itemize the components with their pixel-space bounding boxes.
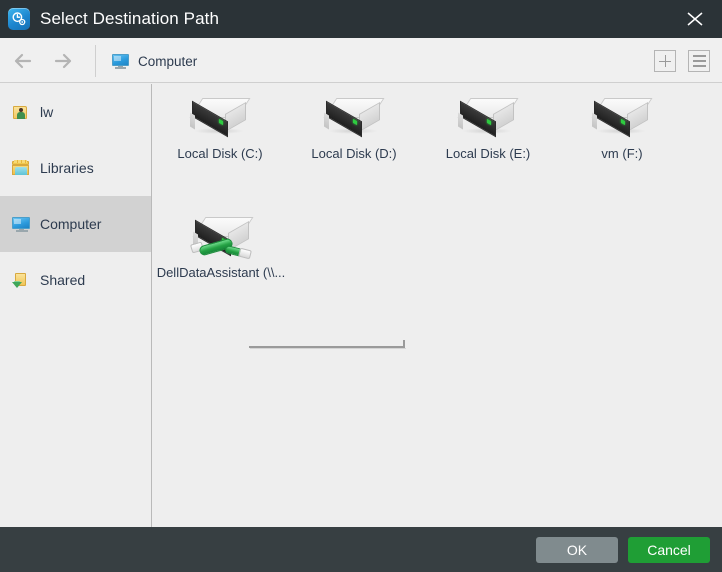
app-clock-gear-icon: [8, 8, 30, 30]
drive-item-d[interactable]: Local Disk (D:): [287, 84, 421, 188]
horizontal-scrollbar[interactable]: [249, 340, 406, 350]
drive-item-c[interactable]: Local Disk (C:): [153, 84, 287, 188]
close-icon[interactable]: [668, 0, 722, 38]
drive-label: Local Disk (C:): [177, 146, 263, 161]
cancel-button[interactable]: Cancel: [628, 537, 710, 563]
sidebar-item-label: lw: [40, 104, 54, 120]
drive-icon-wrap: [153, 84, 287, 146]
plus-icon[interactable]: [654, 50, 676, 72]
libraries-folder-icon: [12, 159, 30, 177]
title-bar: Select Destination Path: [0, 0, 722, 38]
sidebar-item-label: Shared: [40, 272, 86, 288]
sidebar-item-label: Libraries: [40, 160, 94, 176]
back-button[interactable]: [8, 48, 44, 74]
breadcrumb[interactable]: Computer: [112, 49, 197, 73]
hard-drive-icon: [590, 98, 654, 140]
hard-drive-icon: [456, 98, 520, 140]
breadcrumb-label: Computer: [138, 53, 198, 69]
places-sidebar: lw Libraries Computer Shared: [0, 84, 152, 527]
navigation-toolbar: Computer: [0, 38, 722, 83]
drive-icon-wrap: [555, 84, 689, 146]
sidebar-item-libraries[interactable]: Libraries: [0, 140, 151, 196]
user-folder-icon: [12, 104, 30, 121]
window-title: Select Destination Path: [40, 9, 220, 28]
drive-icon-wrap: [153, 203, 287, 265]
drive-icon-wrap: [421, 84, 555, 146]
computer-monitor-icon: [112, 53, 129, 69]
drive-label: Local Disk (E:): [445, 146, 531, 161]
sidebar-item-computer[interactable]: Computer: [0, 196, 151, 252]
toolbar-divider: [95, 45, 96, 77]
sidebar-item-label: Computer: [40, 216, 102, 232]
list-view-icon[interactable]: [688, 50, 710, 72]
drive-item-e[interactable]: Local Disk (E:): [421, 84, 555, 188]
hard-drive-icon: [322, 98, 386, 140]
network-drive-icon: [189, 217, 255, 260]
sidebar-item-lw[interactable]: lw: [0, 84, 151, 140]
select-destination-path-dialog: Select Destination Path Computer lw Libr…: [0, 0, 722, 572]
shared-folder-icon: [12, 272, 30, 289]
drive-icon-wrap: [287, 84, 421, 146]
hard-drive-icon: [188, 98, 252, 140]
ok-button[interactable]: OK: [536, 537, 618, 563]
drive-label: vm (F:): [601, 146, 643, 161]
network-drive-item[interactable]: DellDataAssistant (\\...: [153, 203, 293, 307]
drive-item-f[interactable]: vm (F:): [555, 84, 689, 188]
drive-label: Local Disk (D:): [311, 146, 397, 161]
network-cable-icon: [189, 217, 255, 265]
dialog-footer: OK Cancel: [0, 527, 722, 572]
network-drive-label: DellDataAssistant (\\...: [156, 265, 286, 280]
computer-monitor-icon: [12, 216, 30, 233]
file-list-area: Local Disk (C:) Local Disk (D:) Local Di…: [153, 84, 722, 527]
forward-button[interactable]: [50, 48, 86, 74]
sidebar-item-shared[interactable]: Shared: [0, 252, 151, 308]
